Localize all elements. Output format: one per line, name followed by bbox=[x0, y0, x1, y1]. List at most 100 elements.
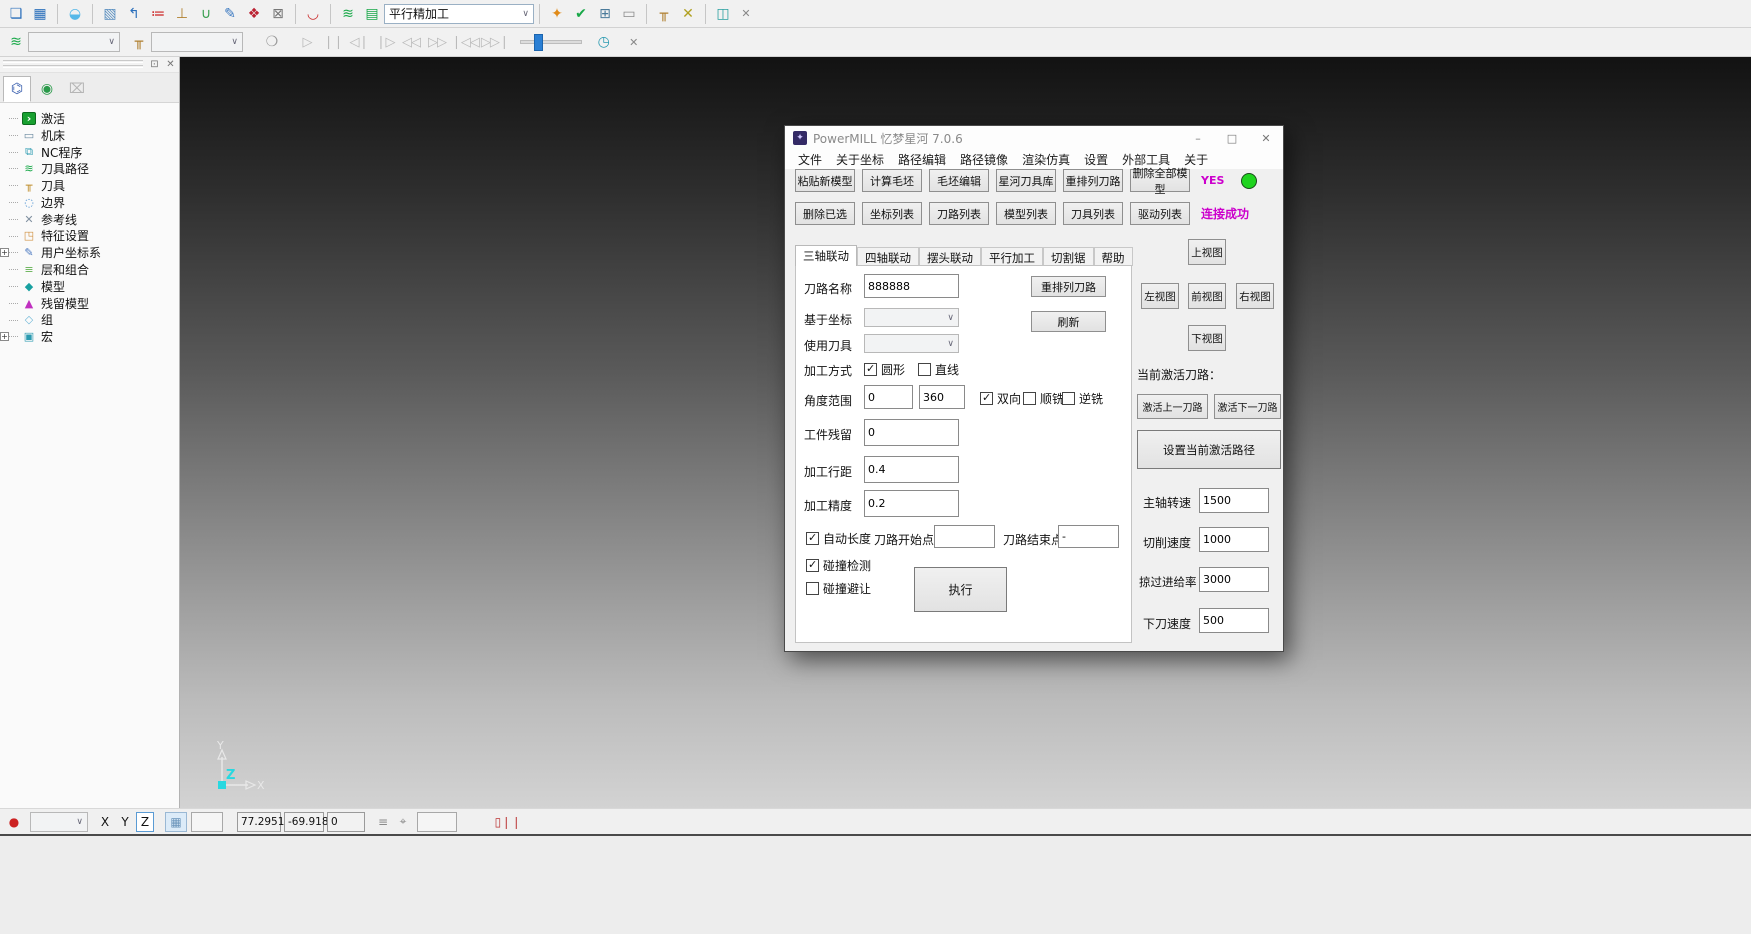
status-field-1[interactable] bbox=[191, 812, 223, 832]
cutting-feed-input[interactable] bbox=[1199, 527, 1269, 552]
reorder-toolpaths-button-2[interactable]: 重排列刀路 bbox=[1031, 276, 1106, 297]
tab-recycle-bin[interactable]: ⌧ bbox=[63, 76, 91, 102]
fast-forward-button[interactable]: ▷▷ bbox=[425, 31, 449, 53]
check-tool-icon[interactable]: ✔ bbox=[570, 3, 592, 25]
conventional-mill-checkbox[interactable]: 逆铣 bbox=[1062, 390, 1103, 407]
sim-tool-select[interactable]: ∨ bbox=[151, 32, 243, 52]
step-forward-button[interactable]: ❘▷ bbox=[373, 31, 397, 53]
slider-handle[interactable] bbox=[534, 34, 543, 51]
tolerance-input[interactable] bbox=[864, 490, 959, 517]
auto-length-checkbox[interactable]: 自动长度 bbox=[806, 530, 871, 547]
z-levels-tool-icon[interactable]: ≔ bbox=[147, 3, 169, 25]
stock-allowance-input[interactable] bbox=[864, 419, 959, 446]
active-toolpath-select[interactable]: 平行精加工 ∨ bbox=[384, 4, 534, 24]
execute-button[interactable]: 执行 bbox=[914, 567, 1007, 612]
tool-library-button[interactable]: 星河刀具库 bbox=[996, 169, 1056, 192]
menu-about-coords[interactable]: 关于坐标 bbox=[836, 151, 884, 168]
grid-snap-icon[interactable]: ▦ bbox=[165, 812, 187, 832]
start-point-input[interactable] bbox=[934, 525, 995, 548]
sim-toolpath-select[interactable]: ∨ bbox=[28, 32, 120, 52]
ruler-icon[interactable]: ▭ bbox=[618, 3, 640, 25]
ink-pot-icon[interactable]: ◒ bbox=[64, 3, 86, 25]
sim-toolbar-close-icon[interactable]: ✕ bbox=[624, 31, 644, 53]
checkbox-box[interactable] bbox=[918, 363, 931, 376]
toolpath-list-button[interactable]: 刀路列表 bbox=[929, 202, 989, 225]
tree-item-workplanes[interactable]: +✎用户坐标系 bbox=[0, 244, 179, 261]
axis-z-button[interactable]: Z bbox=[136, 812, 154, 832]
tab-web[interactable]: ◉ bbox=[33, 76, 61, 102]
menu-settings[interactable]: 设置 bbox=[1084, 151, 1108, 168]
menu-path-mirror[interactable]: 路径镜像 bbox=[960, 151, 1008, 168]
view-front-button[interactable]: 前视图 bbox=[1188, 283, 1226, 309]
stepover-input[interactable] bbox=[864, 456, 959, 483]
view-bottom-button[interactable]: 下视图 bbox=[1188, 325, 1226, 351]
tab-explorer-tree[interactable]: ⌬ bbox=[3, 76, 31, 102]
tree-item-stock-models[interactable]: ▲残留模型 bbox=[0, 295, 179, 312]
coordinate-y-field[interactable]: -69.918 bbox=[284, 812, 324, 832]
axis-x-button[interactable]: X bbox=[96, 812, 114, 832]
go-to-start-button[interactable]: ❘◁◁ bbox=[451, 31, 479, 53]
record-macro-icon[interactable]: ● bbox=[4, 812, 24, 832]
scatter-points-icon[interactable]: ❖ bbox=[243, 3, 265, 25]
checkbox-box[interactable] bbox=[806, 582, 819, 595]
use-tool-select[interactable]: ∨ bbox=[864, 334, 959, 353]
save-icon[interactable]: ▦ bbox=[29, 3, 51, 25]
clock-icon[interactable]: ◷ bbox=[593, 31, 615, 53]
block-edit-button[interactable]: 毛坯编辑 bbox=[929, 169, 989, 192]
climb-mill-checkbox[interactable]: 顺铣 bbox=[1023, 390, 1064, 407]
toolpath-name-input[interactable] bbox=[864, 274, 959, 298]
calculator-icon[interactable]: ⊞ bbox=[594, 3, 616, 25]
view-top-button[interactable]: 上视图 bbox=[1188, 239, 1226, 265]
tab-help[interactable]: 帮助 bbox=[1094, 247, 1133, 266]
go-to-end-button[interactable]: ▷▷❘ bbox=[481, 31, 509, 53]
snap-arrow-icon[interactable]: ↰ bbox=[123, 3, 145, 25]
tool-pair-icon[interactable]: ╥ bbox=[653, 3, 675, 25]
swap-tool-icon[interactable]: ✕ bbox=[677, 3, 699, 25]
set-active-path-button[interactable]: 设置当前激活路径 bbox=[1137, 430, 1281, 469]
tree-item-feature-sets[interactable]: ◳特征设置 bbox=[0, 228, 179, 245]
coord-list-button[interactable]: 坐标列表 bbox=[862, 202, 922, 225]
tool-list-button[interactable]: 刀具列表 bbox=[1063, 202, 1123, 225]
panel-close-button[interactable]: ✕ bbox=[164, 58, 177, 71]
toolpath-list-icon[interactable]: ▤ bbox=[361, 3, 383, 25]
coordinate-z-field[interactable]: 0 bbox=[327, 812, 365, 832]
tree-item-levels[interactable]: ≡层和组合 bbox=[0, 261, 179, 278]
toolpath-icon[interactable]: ≋ bbox=[337, 3, 359, 25]
minimize-button[interactable]: – bbox=[1181, 126, 1215, 150]
tree-item-boundaries[interactable]: ◌边界 bbox=[0, 194, 179, 211]
coordinate-x-field[interactable]: 77.2951 bbox=[237, 812, 281, 832]
mode-line-checkbox[interactable]: 直线 bbox=[918, 361, 959, 378]
tab-swivel-head[interactable]: 摆头联动 bbox=[919, 247, 981, 266]
arc-tool-icon[interactable]: ◡ bbox=[302, 3, 324, 25]
checkbox-box[interactable] bbox=[806, 559, 819, 572]
status-field-2[interactable] bbox=[417, 812, 457, 832]
skim-feed-input[interactable] bbox=[1199, 567, 1269, 592]
mode-circle-checkbox[interactable]: 圆形 bbox=[864, 361, 905, 378]
pencil-tool-icon[interactable]: ✎ bbox=[219, 3, 241, 25]
dock-grip[interactable] bbox=[3, 65, 143, 68]
model-list-button[interactable]: 模型列表 bbox=[996, 202, 1056, 225]
lightbulb-icon[interactable]: ❍ bbox=[261, 31, 283, 53]
close-button[interactable]: ✕ bbox=[1249, 126, 1283, 150]
menu-render-sim[interactable]: 渲染仿真 bbox=[1022, 151, 1070, 168]
tab-3axis[interactable]: 三轴联动 bbox=[795, 245, 857, 266]
angle-to-input[interactable] bbox=[919, 385, 965, 409]
tree-item-machine[interactable]: ▭机床 bbox=[0, 127, 179, 144]
dock-grip[interactable] bbox=[3, 60, 143, 63]
panel-float-button[interactable]: ⊡ bbox=[148, 58, 161, 71]
calc-block-button[interactable]: 计算毛坯 bbox=[862, 169, 922, 192]
base-coord-select[interactable]: ∨ bbox=[864, 308, 959, 327]
pause-button[interactable]: ❘❘ bbox=[321, 31, 345, 53]
tree-item-patterns[interactable]: ✕参考线 bbox=[0, 211, 179, 228]
checkbox-box[interactable] bbox=[864, 363, 877, 376]
expand-icon[interactable]: + bbox=[0, 248, 9, 257]
dialog-titlebar[interactable]: ✦ PowerMILL 忆梦星河 7.0.6 – □ ✕ bbox=[785, 126, 1283, 150]
ball-tool-icon[interactable]: ⊥ bbox=[171, 3, 193, 25]
u-channel-tool-icon[interactable]: ∪ bbox=[195, 3, 217, 25]
step-back-button[interactable]: ◁❘ bbox=[347, 31, 371, 53]
block-icon[interactable]: ▧ bbox=[99, 3, 121, 25]
spindle-speed-input[interactable] bbox=[1199, 488, 1269, 513]
checkbox-box[interactable] bbox=[1062, 392, 1075, 405]
expand-icon[interactable]: + bbox=[0, 332, 9, 341]
simulation-speed-slider[interactable] bbox=[520, 40, 582, 44]
